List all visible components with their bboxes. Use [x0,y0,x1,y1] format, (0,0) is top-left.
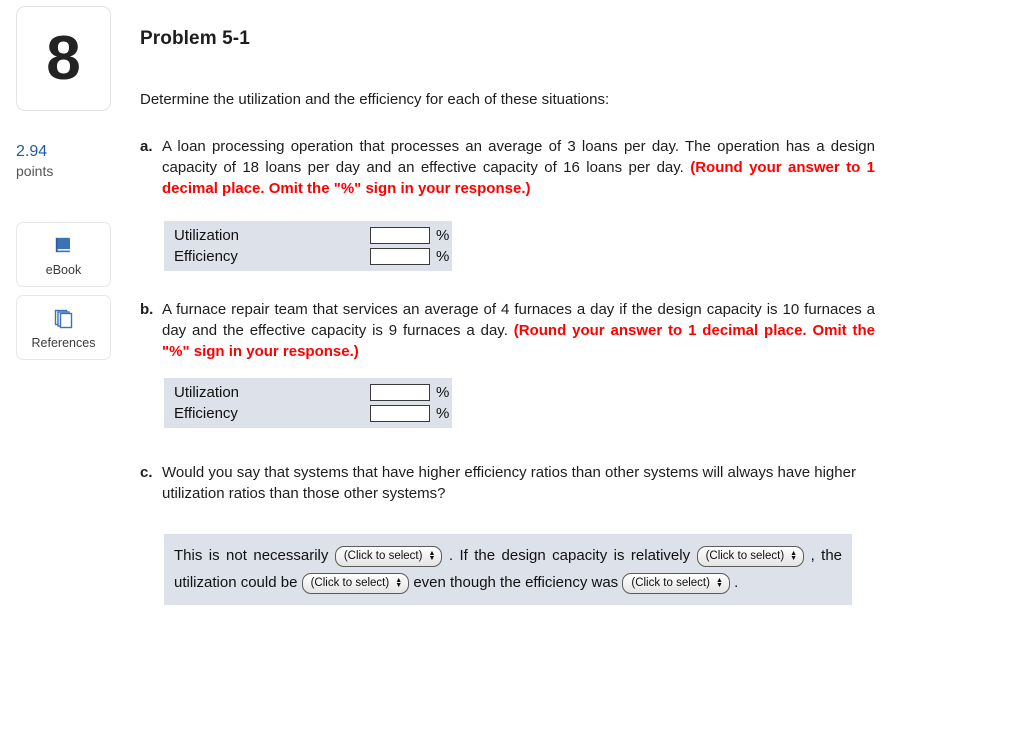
percent-sign: % [436,248,450,265]
updown-arrows-icon: ▲ ▼ [428,550,436,563]
select-4[interactable]: (Click to select) ▲ ▼ [622,572,730,594]
ebook-label: eBook [45,262,82,277]
select-1-label: (Click to select) [343,549,423,562]
row-label-efficiency: Efficiency [174,405,238,422]
page-title: Problem 5-1 [140,28,250,49]
problem-intro: Determine the utilization and the effici… [140,91,610,108]
points-label: points [16,163,54,179]
percent-sign: % [436,384,450,401]
ebook-icon [52,233,76,259]
table-row: Efficiency % [164,403,452,424]
part-b-body: A furnace repair team that services an a… [162,299,875,362]
answer-table-a: Utilization % Efficiency % [164,221,452,271]
row-label-efficiency: Efficiency [174,248,238,265]
part-c-body: Would you say that systems that have hig… [162,464,856,502]
updown-arrows-icon: ▲ ▼ [715,577,723,590]
panel-fragment-2: . If the design capacity is relatively [448,547,691,564]
row-label-utilization: Utilization [174,384,240,401]
ebook-button[interactable]: eBook [16,222,111,287]
utilization-input-b[interactable] [370,384,430,401]
question-sidebar: 8 2.94 points eBook References [0,0,128,749]
utilization-input-a[interactable] [370,227,430,244]
part-b-letter: b. [140,301,154,318]
select-3[interactable]: (Click to select) ▲ ▼ [301,572,410,594]
part-c: c. Would you say that systems that have … [140,462,1024,504]
part-c-letter: c. [140,464,153,481]
part-b: b. A furnace repair team that services a… [140,299,1024,362]
percent-sign: % [436,227,450,244]
updown-arrows-icon: ▲ ▼ [395,577,403,590]
select-3-label: (Click to select) [310,576,390,589]
references-icon [52,306,76,332]
references-label: References [31,335,96,350]
panel-fragment-4: even though the [413,574,521,591]
problem-content: Problem 5-1 Determine the utilization an… [140,0,1024,605]
row-label-utilization: Utilization [174,227,240,244]
table-row: Utilization % [164,225,452,246]
updown-arrows-icon: ▲ ▼ [790,550,798,563]
panel-fragment-6: . [734,574,739,591]
percent-sign: % [436,405,450,422]
table-row: Efficiency % [164,246,452,267]
panel-fragment-1: This is not necessarily [174,547,329,564]
select-1[interactable]: (Click to select) ▲ ▼ [334,545,443,567]
points-block: 2.94 points [16,142,116,180]
table-row: Utilization % [164,382,452,403]
select-2[interactable]: (Click to select) ▲ ▼ [696,545,805,567]
panel-fragment-5: efficiency was [525,574,619,591]
answer-table-b: Utilization % Efficiency % [164,378,452,428]
part-a: a. A loan processing operation that proc… [140,136,1024,199]
part-a-body: A loan processing operation that process… [162,136,875,199]
question-number-card: 8 [16,6,111,111]
question-number: 8 [46,23,81,93]
efficiency-input-b[interactable] [370,405,430,422]
references-button[interactable]: References [16,295,111,360]
answer-select-panel: This is not necessarily (Click to select… [164,534,852,605]
part-a-letter: a. [140,138,153,155]
efficiency-input-a[interactable] [370,248,430,265]
select-4-label: (Click to select) [631,576,710,589]
select-2-label: (Click to select) [705,549,785,562]
points-value: 2.94 [16,143,48,160]
